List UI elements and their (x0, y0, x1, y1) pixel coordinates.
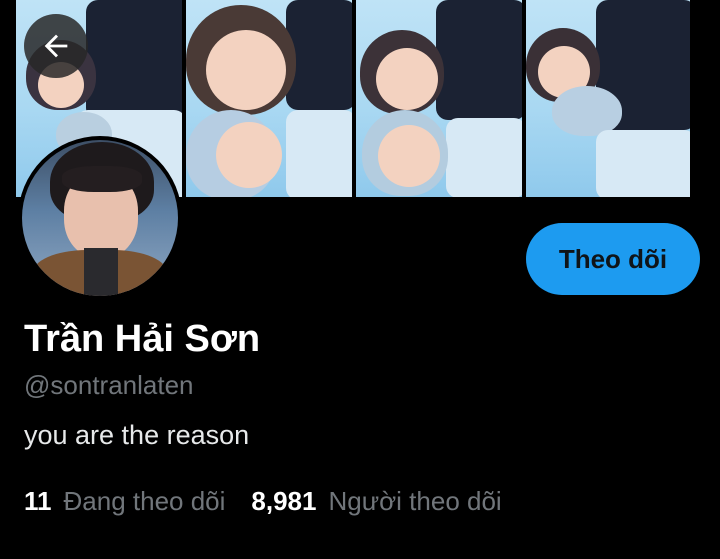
arrow-left-icon (39, 29, 73, 63)
avatar[interactable] (18, 136, 182, 300)
banner-photo-4 (526, 0, 690, 197)
back-button[interactable] (24, 14, 88, 78)
profile-name: Trần Hải Sơn (24, 318, 261, 360)
followers-count: 8,981 (251, 486, 317, 516)
profile-bio: you are the reason (24, 420, 250, 450)
banner-photo-2 (186, 0, 352, 197)
followers-link[interactable]: 8,981 Người theo dõi (251, 486, 501, 517)
followers-label: Người theo dõi (328, 486, 502, 516)
profile-stats: 11 Đang theo dõi 8,981 Người theo dõi (24, 486, 502, 517)
avatar-image (22, 140, 178, 296)
follow-button[interactable]: Theo dõi (526, 223, 700, 295)
following-count: 11 (24, 486, 52, 516)
profile-handle: @sontranlaten (24, 370, 194, 400)
banner-photo-3 (356, 0, 522, 197)
following-link[interactable]: 11 Đang theo dõi (24, 486, 225, 517)
following-label: Đang theo dõi (63, 486, 226, 516)
